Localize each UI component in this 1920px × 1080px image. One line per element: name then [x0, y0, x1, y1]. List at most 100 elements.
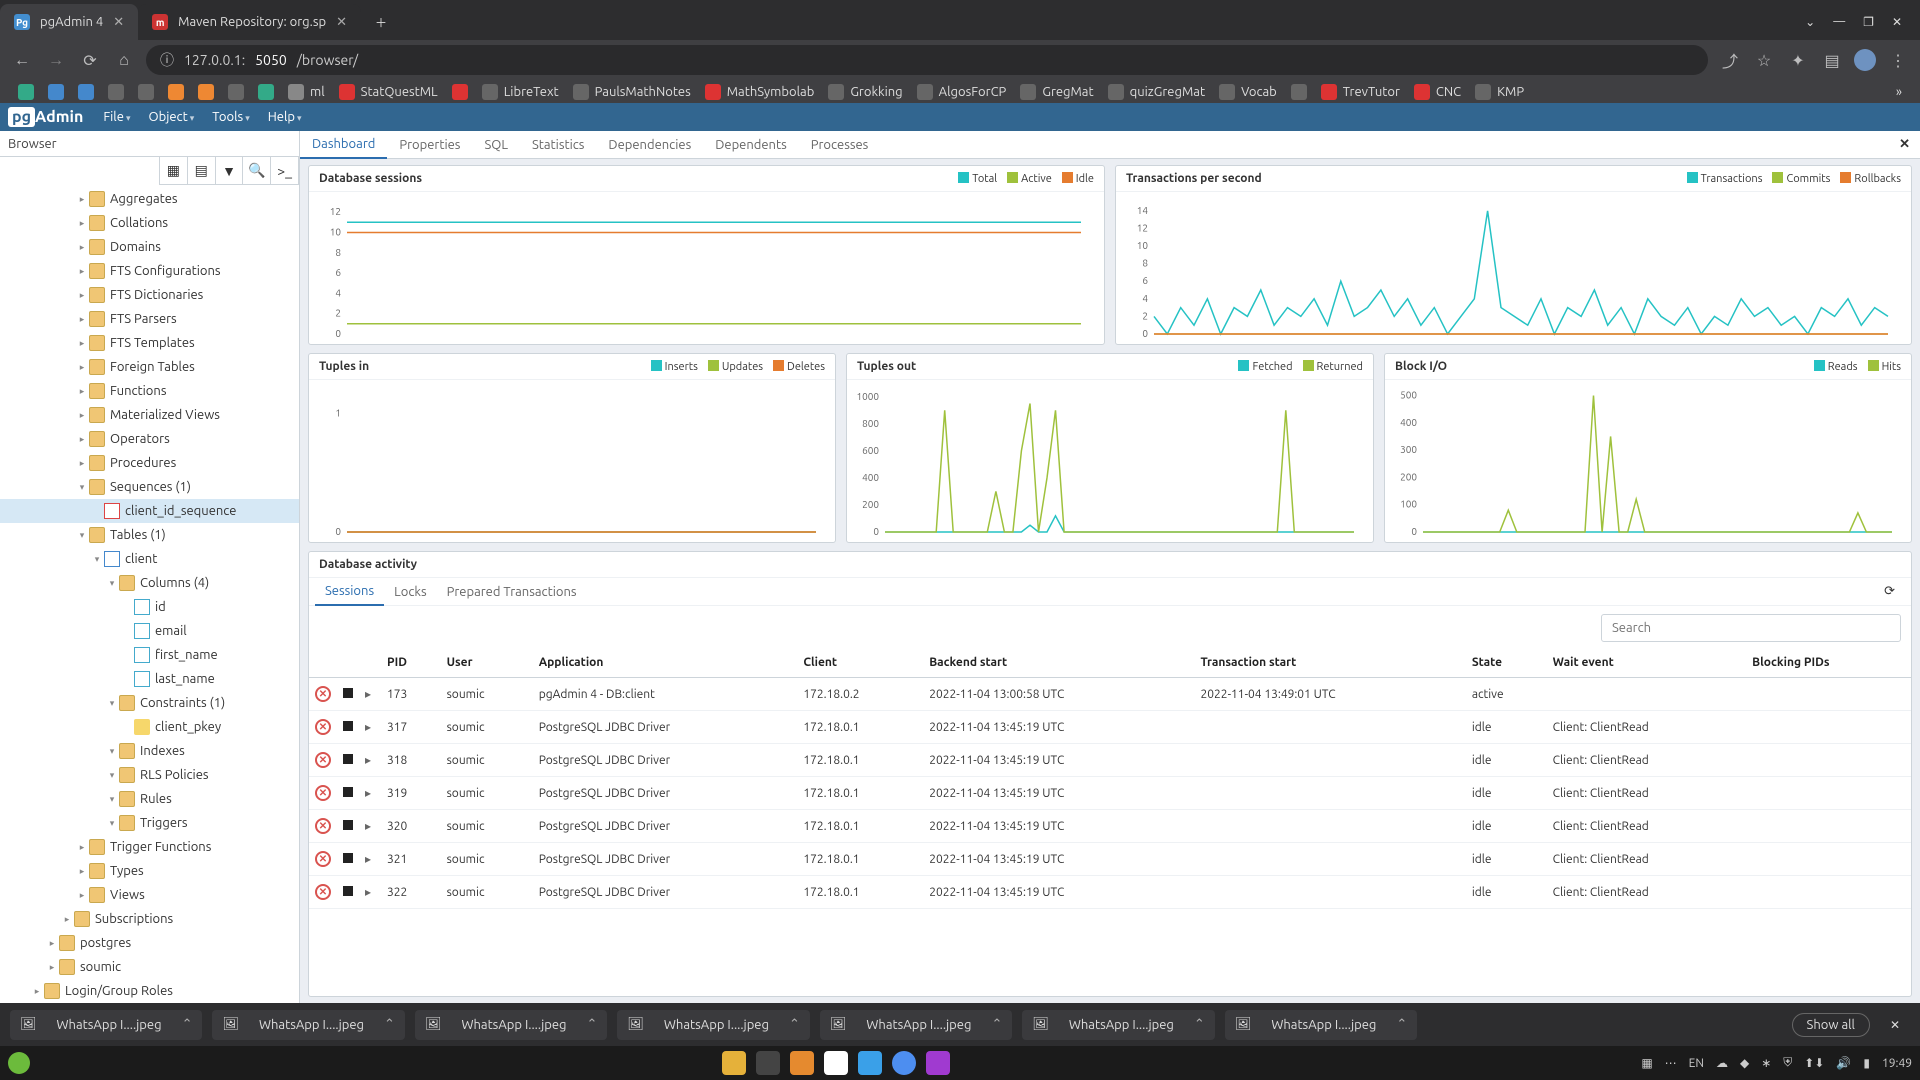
tree-node[interactable]: ▸Materialized Views — [0, 403, 299, 427]
shield-icon[interactable]: ⛨ — [1783, 1056, 1792, 1070]
app-files[interactable] — [722, 1051, 746, 1075]
view-data-icon[interactable]: ▤ — [188, 157, 216, 185]
terminate-icon[interactable]: ✕ — [315, 686, 331, 702]
column-header[interactable] — [309, 648, 337, 678]
menu-object[interactable]: Object — [149, 110, 195, 124]
app-sublime[interactable] — [790, 1051, 814, 1075]
tree-node[interactable]: ▸Collations — [0, 211, 299, 235]
tree-node[interactable]: ▾Columns (4) — [0, 571, 299, 595]
tree-node[interactable]: ▸FTS Dictionaries — [0, 283, 299, 307]
app-intellij[interactable] — [926, 1051, 950, 1075]
extensions-icon[interactable]: ✦ — [1786, 51, 1810, 70]
chevron-up-icon[interactable]: ⌃ — [384, 1017, 395, 1032]
tree-node[interactable]: ▸Views — [0, 883, 299, 907]
app-telegram[interactable] — [858, 1051, 882, 1075]
column-header[interactable]: Application — [533, 648, 798, 678]
column-header[interactable]: Wait event — [1547, 648, 1747, 678]
bookmark[interactable]: Vocab — [1219, 84, 1277, 100]
tree-node[interactable]: ▸Aggregates — [0, 187, 299, 211]
column-header[interactable]: User — [441, 648, 533, 678]
cancel-icon[interactable] — [343, 754, 353, 764]
tab-sql[interactable]: SQL — [472, 131, 520, 159]
tree-node[interactable]: ▾Rules — [0, 787, 299, 811]
app-chrome[interactable] — [892, 1051, 916, 1075]
table-row[interactable]: ✕ ▸ 318soumicPostgreSQL JDBC Driver172.1… — [309, 744, 1911, 777]
table-row[interactable]: ✕ ▸ 317soumicPostgreSQL JDBC Driver172.1… — [309, 711, 1911, 744]
profile-avatar[interactable] — [1854, 49, 1876, 71]
refresh-icon[interactable]: ⟳ — [1874, 584, 1905, 599]
tree-node[interactable]: ▸Foreign Tables — [0, 355, 299, 379]
chevron-up-icon[interactable]: ⌃ — [991, 1017, 1002, 1032]
cancel-icon[interactable] — [343, 820, 353, 830]
cancel-icon[interactable] — [343, 853, 353, 863]
atab-prepared[interactable]: Prepared Transactions — [437, 578, 587, 606]
battery-icon[interactable]: ▮ — [1863, 1056, 1870, 1070]
app-terminal[interactable] — [756, 1051, 780, 1075]
close-window-icon[interactable]: ✕ — [1892, 15, 1902, 29]
tray-lang[interactable]: EN — [1689, 1057, 1704, 1070]
maximize-icon[interactable]: ❐ — [1863, 15, 1874, 29]
bookmark[interactable] — [108, 84, 124, 100]
tab-processes[interactable]: Processes — [799, 131, 881, 159]
column-header[interactable]: State — [1466, 648, 1547, 678]
filter-icon[interactable]: ▼ — [216, 157, 244, 185]
bookmark[interactable] — [48, 84, 64, 100]
chevron-down-icon[interactable]: ⌄ — [1805, 15, 1815, 29]
terminate-icon[interactable]: ✕ — [315, 818, 331, 834]
expand-icon[interactable]: ▸ — [365, 754, 371, 767]
tray-icon[interactable]: ◆ — [1740, 1056, 1749, 1070]
bookmark[interactable]: Grokking — [828, 84, 902, 100]
bookmark[interactable] — [168, 84, 184, 100]
menu-tools[interactable]: Tools — [212, 110, 249, 124]
tree-node[interactable]: client_id_sequence — [0, 499, 299, 523]
atab-locks[interactable]: Locks — [384, 578, 436, 606]
tree-node[interactable]: client_pkey — [0, 715, 299, 739]
bookmark[interactable]: quizGregMat — [1108, 84, 1205, 100]
cancel-icon[interactable] — [343, 721, 353, 731]
tree-node[interactable]: ▾Sequences (1) — [0, 475, 299, 499]
site-info-icon[interactable]: ⓘ — [160, 50, 174, 70]
tree-node[interactable]: ▸Login/Group Roles — [0, 979, 299, 1003]
query-tool-icon[interactable]: ▦ — [160, 157, 188, 185]
download-item[interactable]: 🖼WhatsApp I....jpeg⌃ — [1022, 1010, 1214, 1040]
show-all-button[interactable]: Show all — [1792, 1013, 1870, 1037]
column-header[interactable]: Transaction start — [1195, 648, 1466, 678]
bookmark[interactable] — [1291, 84, 1307, 100]
bookmark[interactable] — [18, 84, 34, 100]
atab-sessions[interactable]: Sessions — [315, 578, 384, 606]
network-icon[interactable]: ⬆⬇ — [1804, 1056, 1824, 1070]
tray-icon[interactable]: ☁ — [1716, 1056, 1728, 1070]
search-icon[interactable]: 🔍 — [243, 157, 271, 185]
tree-node[interactable]: ▸Domains — [0, 235, 299, 259]
tree-node[interactable]: email — [0, 619, 299, 643]
expand-icon[interactable]: ▸ — [365, 853, 371, 866]
bookmark[interactable]: AlgosForCP — [917, 84, 1007, 100]
bookmark[interactable] — [228, 84, 244, 100]
psql-icon[interactable]: >_ — [271, 157, 299, 185]
bookmark[interactable]: GregMat — [1020, 84, 1093, 100]
browser-tab[interactable]: m Maven Repository: org.sp ✕ — [138, 4, 361, 40]
bookmark-folder[interactable]: ml — [288, 84, 325, 100]
tree-node[interactable]: ▸Subscriptions — [0, 907, 299, 931]
download-item[interactable]: 🖼WhatsApp I....jpeg⌃ — [415, 1010, 607, 1040]
new-tab-button[interactable]: ＋ — [367, 8, 395, 36]
cancel-icon[interactable] — [343, 886, 353, 896]
table-row[interactable]: ✕ ▸ 173soumicpgAdmin 4 - DB:client172.18… — [309, 678, 1911, 711]
download-item[interactable]: 🖼WhatsApp I....jpeg⌃ — [10, 1010, 202, 1040]
table-row[interactable]: ✕ ▸ 320soumicPostgreSQL JDBC Driver172.1… — [309, 810, 1911, 843]
column-header[interactable]: Backend start — [923, 648, 1194, 678]
close-shelf-icon[interactable]: ✕ — [1880, 1018, 1910, 1032]
tree-node[interactable]: id — [0, 595, 299, 619]
column-header[interactable]: Blocking PIDs — [1746, 648, 1911, 678]
tree-node[interactable]: ▸soumic — [0, 955, 299, 979]
chevron-up-icon[interactable]: ⌃ — [1396, 1017, 1407, 1032]
tree-node[interactable]: ▸FTS Configurations — [0, 259, 299, 283]
column-header[interactable] — [337, 648, 359, 678]
terminate-icon[interactable]: ✕ — [315, 752, 331, 768]
chevron-up-icon[interactable]: ⌃ — [1194, 1017, 1205, 1032]
cancel-icon[interactable] — [343, 688, 353, 698]
expand-icon[interactable]: ▸ — [365, 886, 371, 899]
bluetooth-icon[interactable]: ∗ — [1761, 1056, 1771, 1070]
object-tree[interactable]: ▸Aggregates▸Collations▸Domains▸FTS Confi… — [0, 185, 299, 1003]
back-icon[interactable]: ← — [10, 51, 34, 70]
